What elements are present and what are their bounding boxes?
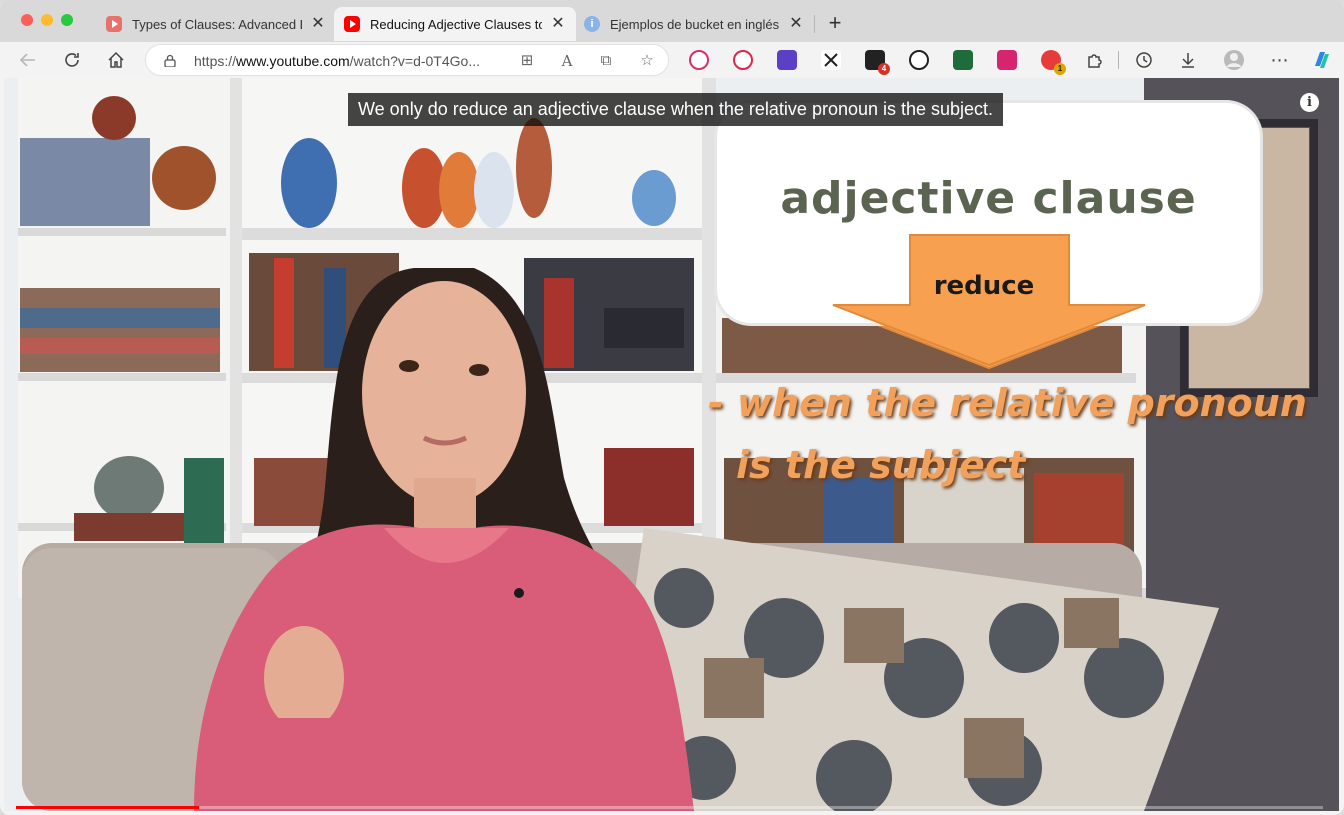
url-scheme: https:// xyxy=(194,53,237,69)
navigation-toolbar: https://www.youtube.com/watch?v=d-0T4Go.… xyxy=(0,42,1344,78)
youtube-icon xyxy=(344,16,360,32)
scissors-icon xyxy=(824,53,838,67)
extension-3-icon[interactable] xyxy=(777,50,797,70)
copilot-button[interactable] xyxy=(1310,48,1334,72)
copilot-icon xyxy=(1315,52,1329,68)
tab-reducing-adjective-clauses[interactable]: Reducing Adjective Clauses to ✕ xyxy=(334,7,576,41)
close-icon[interactable]: ✕ xyxy=(310,16,326,32)
url-host: www.youtube.com xyxy=(236,53,350,69)
video-info-button[interactable]: i xyxy=(1300,93,1319,112)
tab-title: Types of Clauses: Advanced En xyxy=(132,16,302,32)
lesson-card-title: adjective clause xyxy=(780,173,1197,224)
video-player[interactable]: adjective clause reduce - when the relat… xyxy=(4,78,1339,811)
toolbar-divider xyxy=(1118,51,1119,69)
new-tab-button[interactable]: + xyxy=(823,11,847,35)
extension-7-icon[interactable] xyxy=(997,50,1017,70)
avatar xyxy=(1224,50,1244,70)
read-aloud-icon[interactable]: A xyxy=(556,50,578,72)
youtube-icon xyxy=(106,16,122,32)
video-progress-fill xyxy=(16,806,199,809)
history-button[interactable] xyxy=(1132,48,1156,72)
close-icon[interactable]: ✕ xyxy=(788,16,804,32)
back-button[interactable] xyxy=(16,48,40,72)
tab-title: Reducing Adjective Clauses to xyxy=(370,16,542,32)
favorite-star-icon[interactable]: ☆ xyxy=(636,50,658,72)
rule-line-2: is the subject xyxy=(736,443,1026,487)
extensions-button[interactable] xyxy=(1083,48,1107,72)
browser-window: Types of Clauses: Advanced En ✕ Reducing… xyxy=(0,0,1344,815)
home-icon xyxy=(108,51,124,68)
ellipsis-icon: ⋯ xyxy=(1270,49,1290,70)
extension-4-icon[interactable]: 4 xyxy=(865,50,890,75)
profile-button[interactable] xyxy=(1222,48,1246,72)
tab-ejemplos-bucket[interactable]: i Ejemplos de bucket en inglés | ✕ xyxy=(574,7,814,41)
refresh-button[interactable] xyxy=(60,48,84,72)
window-close-button[interactable] xyxy=(21,14,33,26)
refresh-icon xyxy=(65,53,79,67)
extension-1-icon[interactable] xyxy=(689,50,709,70)
window-minimize-button[interactable] xyxy=(41,14,53,26)
arrow-label: reduce xyxy=(933,271,1035,301)
tab-divider xyxy=(814,15,815,33)
download-icon xyxy=(1182,53,1194,68)
rule-line-1: - when the relative pronoun xyxy=(708,381,1307,425)
home-button[interactable] xyxy=(104,48,128,72)
extension-badge: 4 xyxy=(878,63,890,75)
url-text[interactable]: https://www.youtube.com/watch?v=d-0T4Go.… xyxy=(194,53,480,69)
puzzle-icon xyxy=(1088,54,1102,68)
extension-6-icon[interactable] xyxy=(953,50,973,70)
lock-icon[interactable] xyxy=(164,54,176,67)
history-icon xyxy=(1136,52,1152,68)
tab-strip: Types of Clauses: Advanced En ✕ Reducing… xyxy=(0,0,1344,42)
extension-9-icon[interactable]: 1 xyxy=(1041,50,1066,75)
extension-5-icon[interactable] xyxy=(909,50,929,70)
video-progress-bar[interactable] xyxy=(16,806,1323,809)
extension-badge: 1 xyxy=(1054,63,1066,75)
extension-2-icon[interactable] xyxy=(733,50,753,70)
close-icon[interactable]: ✕ xyxy=(550,16,566,32)
address-bar[interactable]: https://www.youtube.com/watch?v=d-0T4Go.… xyxy=(145,44,669,76)
url-path: /watch?v=d-0T4Go... xyxy=(349,53,480,69)
back-arrow-icon xyxy=(19,53,35,67)
more-options-button[interactable]: ⋯ xyxy=(1268,48,1292,72)
subtitle-caption: We only do reduce an adjective clause wh… xyxy=(348,93,1004,126)
app-available-icon[interactable]: ⊞ xyxy=(516,50,538,72)
downloads-button[interactable] xyxy=(1176,48,1200,72)
tab-types-of-clauses[interactable]: Types of Clauses: Advanced En ✕ xyxy=(96,7,336,41)
extension-scissors-icon[interactable] xyxy=(821,50,841,70)
window-maximize-button[interactable] xyxy=(61,14,73,26)
immersive-reader-icon[interactable]: ⧉ xyxy=(595,50,617,72)
tab-title: Ejemplos de bucket en inglés | xyxy=(610,16,780,32)
info-icon: i xyxy=(584,16,600,32)
